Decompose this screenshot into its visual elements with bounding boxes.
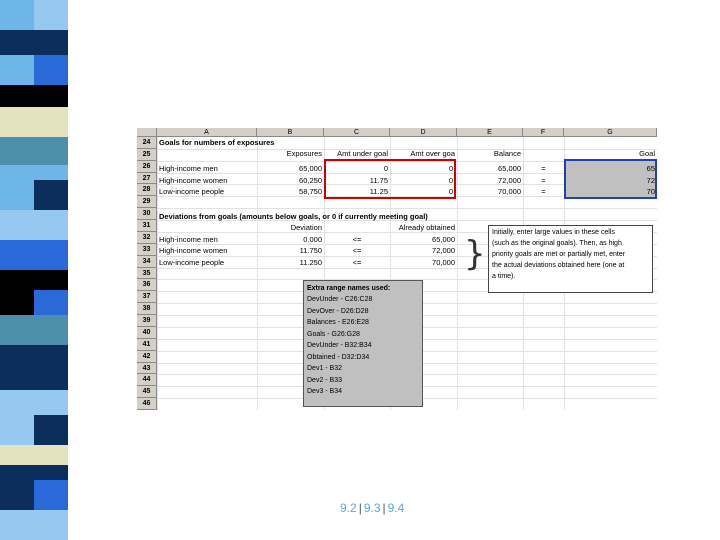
balance-cell[interactable]: 72,000: [457, 175, 521, 186]
row-header-34[interactable]: 34: [137, 255, 157, 268]
row-header-44[interactable]: 44: [137, 374, 157, 387]
instruction-note[interactable]: Initially, enter large values in these c…: [488, 225, 653, 293]
operator-cell[interactable]: =: [523, 163, 564, 174]
label-high-income-men[interactable]: High-income men: [159, 163, 218, 174]
grid-line: [157, 208, 657, 210]
row-header-26[interactable]: 26: [137, 160, 157, 173]
exposures-cell[interactable]: 58,750: [257, 186, 322, 197]
row-header-39[interactable]: 39: [137, 315, 157, 327]
range-name-item: DevUnder - B32:B34: [307, 342, 372, 349]
operator-cell[interactable]: =: [523, 175, 564, 186]
note-line: (such as the original goals). Then, as h…: [492, 240, 622, 247]
column-header-g[interactable]: G: [564, 128, 657, 137]
decorative-stripe: [0, 0, 68, 540]
operator-cell[interactable]: <=: [324, 234, 390, 245]
row-header-35[interactable]: 35: [137, 267, 157, 280]
obtained-cell[interactable]: 65,000: [390, 234, 455, 245]
header-amt-over-goal[interactable]: Amt over goa: [390, 148, 455, 159]
brace-icon: }: [464, 234, 486, 274]
spreadsheet[interactable]: A B C D E F G 24 25 26 27 28 29 30 31 32 33 34 35 36…: [137, 128, 657, 410]
operator-cell[interactable]: <=: [324, 257, 390, 268]
range-name-item: Obtained - D32:D34: [307, 354, 370, 361]
header-amt-under-goal[interactable]: Amt under goal: [324, 148, 388, 159]
row-header-30[interactable]: 30: [137, 208, 157, 221]
range-name-item: Dev2 - B33: [307, 377, 343, 384]
exposures-cell[interactable]: 60,250: [257, 175, 322, 186]
deviation-cell[interactable]: 0.000: [257, 234, 322, 245]
row-header-28[interactable]: 28: [137, 184, 157, 197]
row-header-37[interactable]: 37: [137, 291, 157, 304]
separator: |: [358, 501, 362, 515]
goal-cell[interactable]: 70: [564, 186, 655, 197]
row-header-25[interactable]: 25: [137, 148, 157, 161]
column-header-b[interactable]: B: [257, 128, 324, 137]
separator: |: [382, 501, 386, 515]
row-header-46[interactable]: 46: [137, 398, 157, 410]
column-header-a[interactable]: A: [157, 128, 257, 137]
row-header-27[interactable]: 27: [137, 172, 157, 185]
balance-cell[interactable]: 65,000: [457, 163, 521, 174]
extra-range-names-box[interactable]: Extra range names used: DevUnder - C26:C…: [303, 280, 423, 407]
balance-cell[interactable]: 70,000: [457, 186, 521, 197]
column-header-c[interactable]: C: [324, 128, 390, 137]
note-line: the actual deviations obtained here (one…: [492, 262, 625, 269]
deviation-selection[interactable]: [324, 159, 456, 199]
header-deviation[interactable]: Deviation: [257, 222, 322, 233]
goal-cell[interactable]: 65: [564, 163, 655, 174]
operator-cell[interactable]: =: [523, 186, 564, 197]
row-header-41[interactable]: 41: [137, 338, 157, 351]
obtained-cell[interactable]: 72,000: [390, 245, 455, 256]
row-header-40[interactable]: 40: [137, 326, 157, 339]
row-header-32[interactable]: 32: [137, 231, 157, 244]
link-9-4[interactable]: 9.4: [388, 501, 405, 515]
link-9-2[interactable]: 9.2: [340, 501, 357, 515]
deviation-cell[interactable]: 11.750: [257, 245, 322, 256]
range-name-item: Balances - E26:E28: [307, 319, 369, 326]
range-name-item: DevOver - D26:D28: [307, 308, 369, 315]
link-9-3[interactable]: 9.3: [364, 501, 381, 515]
header-already-obtained[interactable]: Already obtained: [390, 222, 455, 233]
column-header-f[interactable]: F: [523, 128, 564, 137]
label-high-income-women[interactable]: High-income women: [159, 175, 227, 186]
label-low-income-people[interactable]: Low-income people: [159, 186, 224, 197]
row-header-45[interactable]: 45: [137, 386, 157, 399]
range-name-item: Goals - G26:G28: [307, 331, 360, 338]
row-header-36[interactable]: 36: [137, 279, 157, 292]
column-header-d[interactable]: D: [390, 128, 457, 137]
label-high-income-men[interactable]: High-income men: [159, 234, 218, 245]
range-name-item: Dev3 - B34: [307, 388, 343, 395]
row-header-33[interactable]: 33: [137, 243, 157, 256]
obtained-cell[interactable]: 70,000: [390, 257, 455, 268]
header-goal[interactable]: Goal: [564, 148, 655, 159]
note-line: Initially, enter large values in these c…: [492, 229, 615, 236]
note-line: a time).: [492, 273, 516, 280]
note-line: priority goals are met or partially met,…: [492, 251, 626, 258]
label-low-income-people[interactable]: Low-income people: [159, 257, 224, 268]
column-header-e[interactable]: E: [457, 128, 523, 137]
footer-nav: 9.2 | 9.3 | 9.4: [340, 501, 404, 515]
deviation-cell[interactable]: 11.250: [257, 257, 322, 268]
row-header-38[interactable]: 38: [137, 303, 157, 316]
row-header-24[interactable]: 24: [137, 137, 157, 149]
section-title-deviations[interactable]: Deviations from goals (amounts below goa…: [159, 211, 428, 222]
extra-range-title: Extra range names used:: [307, 285, 391, 292]
row-header-31[interactable]: 31: [137, 220, 157, 232]
exposures-cell[interactable]: 65,000: [257, 163, 322, 174]
range-name-item: DevUnder - C26:C28: [307, 296, 373, 303]
label-high-income-women[interactable]: High-income women: [159, 245, 227, 256]
row-header-29[interactable]: 29: [137, 196, 157, 209]
range-name-item: Dev1 - B32: [307, 365, 343, 372]
header-exposures[interactable]: Exposures: [257, 148, 322, 159]
row-header-43[interactable]: 43: [137, 362, 157, 375]
section-title-goals[interactable]: Goals for numbers of exposures: [159, 137, 274, 148]
goal-cell[interactable]: 72: [564, 175, 655, 186]
header-balance[interactable]: Balance: [457, 148, 521, 159]
row-header-42[interactable]: 42: [137, 350, 157, 363]
corner-cell[interactable]: [137, 128, 157, 137]
operator-cell[interactable]: <=: [324, 245, 390, 256]
